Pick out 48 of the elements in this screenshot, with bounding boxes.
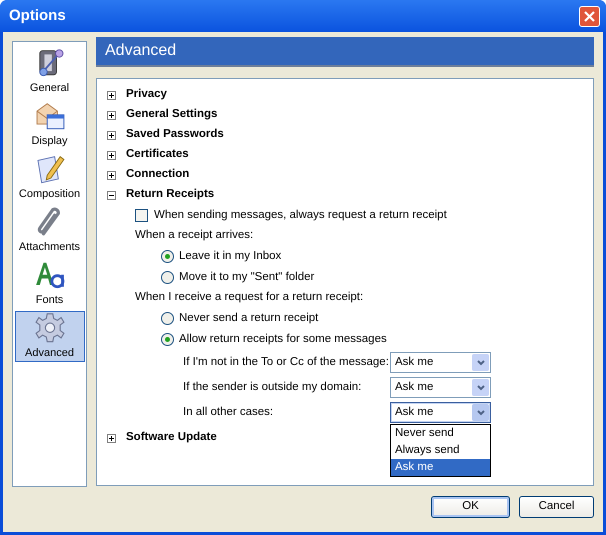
dropdown-label: In all other cases: <box>183 404 274 420</box>
dialog-button[interactable]: Cancel <box>519 496 594 518</box>
section-heading[interactable]: Certificates <box>126 146 189 164</box>
sidebar-item[interactable]: Fonts <box>14 258 84 309</box>
dialog-button[interactable]: OK <box>431 496 510 518</box>
radio-label: Move it to my "Sent" folder <box>179 270 314 285</box>
dropdown[interactable]: Ask me <box>390 377 491 398</box>
dropdown-label: If I'm not in the To or Cc of the message: <box>183 354 390 370</box>
expand-icon[interactable] <box>107 434 116 442</box>
expand-icon[interactable] <box>107 90 116 100</box>
window-title: Options <box>8 6 66 26</box>
dropdown[interactable]: Ask me <box>390 402 491 423</box>
panel-header: Advanced <box>96 37 594 67</box>
radio-button[interactable] <box>161 312 174 325</box>
dropdown-label: If the sender is outside my domain: <box>183 380 362 395</box>
checkbox-label: When sending messages, always request a return receipt <box>154 208 447 223</box>
expand-icon[interactable] <box>107 130 116 140</box>
dropdown-option[interactable]: Never send <box>391 425 490 442</box>
group-label: When I receive a request for a return receipt: <box>135 290 364 306</box>
checkbox[interactable] <box>135 209 148 222</box>
section-heading[interactable]: Saved Passwords <box>126 126 224 144</box>
dropdown-option[interactable]: Ask me <box>391 459 490 476</box>
gear-icon <box>32 312 66 344</box>
close-button[interactable] <box>579 6 600 26</box>
sidebar-item[interactable]: Composition <box>14 152 84 203</box>
section-heading[interactable]: Connection <box>126 166 190 184</box>
radio-button[interactable] <box>161 250 174 263</box>
dropdown-option[interactable]: Always send <box>391 442 490 459</box>
expand-icon[interactable] <box>107 150 116 160</box>
expand-icon[interactable] <box>107 110 116 120</box>
sidebar-item[interactable]: General <box>14 46 84 97</box>
sidebar-item[interactable]: Display <box>14 99 84 150</box>
collapse-icon[interactable] <box>107 190 116 200</box>
radio-label: Leave it in my Inbox <box>179 248 282 264</box>
section-heading[interactable]: Software Update <box>126 429 217 447</box>
radio-button[interactable] <box>161 271 174 284</box>
radio-label: Allow return receipts for some messages <box>179 332 387 347</box>
section-heading[interactable]: Privacy <box>126 86 167 104</box>
section-heading[interactable]: Return Receipts <box>126 186 214 204</box>
radio-label: Never send a return receipt <box>179 310 318 326</box>
group-label: When a receipt arrives: <box>135 228 254 244</box>
section-heading[interactable]: General Settings <box>126 106 218 124</box>
sidebar-item[interactable]: Advanced <box>14 311 84 362</box>
radio-button[interactable] <box>161 333 174 346</box>
close-icon <box>584 10 595 22</box>
expand-icon[interactable] <box>107 170 116 180</box>
dropdown[interactable]: Ask me <box>390 352 491 373</box>
sidebar-item[interactable]: Attachments <box>14 205 84 256</box>
